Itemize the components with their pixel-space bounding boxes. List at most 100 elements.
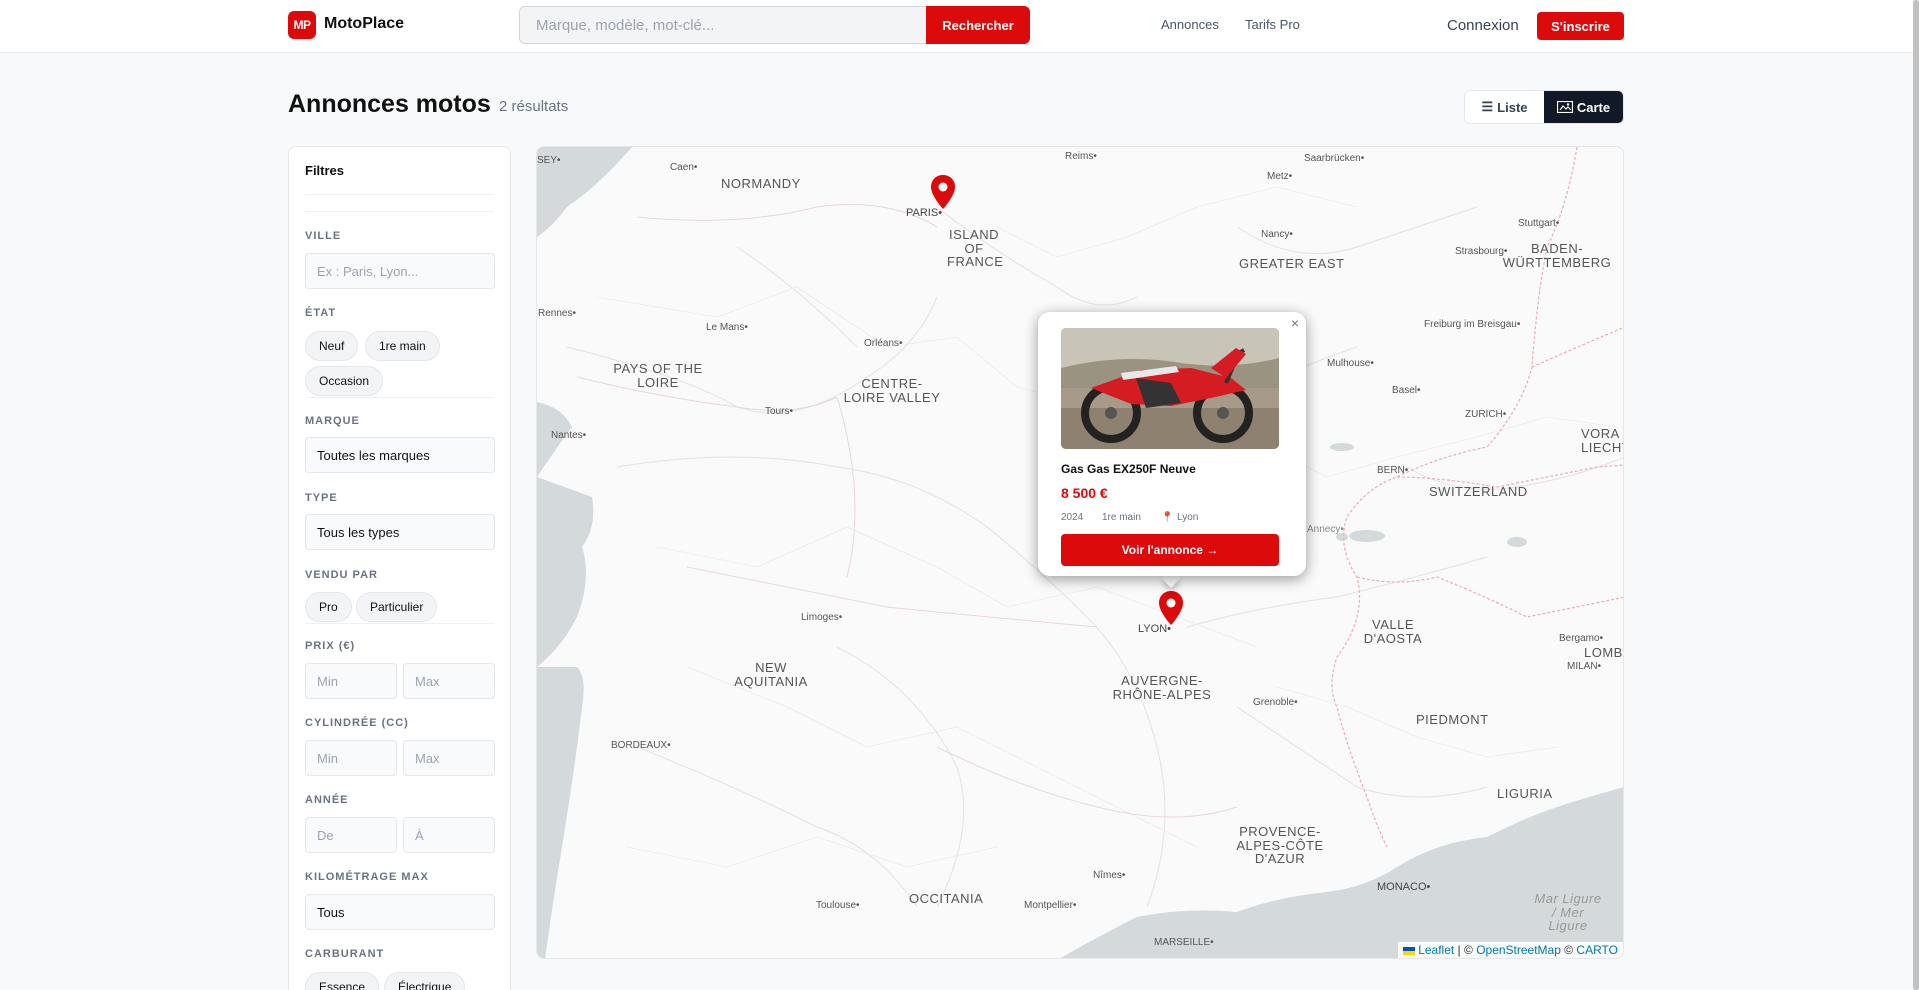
osm-link[interactable]: OpenStreetMap [1476,943,1561,957]
chip-1re-main[interactable]: 1re main [365,331,440,361]
condition-label: ÉTAT [305,307,337,319]
region-label: PAYS OF THE LOIRE [613,361,703,390]
map-label: Caen• [670,162,698,173]
signup-button[interactable]: S'inscrire [1537,12,1624,40]
map-label: Freiburg im Breisgau• [1424,319,1521,330]
map-label: Montpellier• [1024,900,1077,911]
brand-name[interactable]: MotoPlace [324,15,404,33]
region-label: ISLAND OF FRANCE [947,227,1004,270]
close-icon[interactable]: × [1284,312,1306,334]
price-label: PRIX (€) [305,640,356,652]
logo-icon[interactable]: MP [288,11,316,39]
map-label: BORDEAUX• [611,740,671,751]
divider [305,397,494,398]
map-label: Rennes• [538,308,576,319]
pin-icon: 📍 [1161,512,1174,523]
marker-lyon[interactable] [1159,591,1183,625]
region-label: CENTRE-LOIRE VALLEY [843,376,941,405]
listing-condition: 1re main [1102,512,1141,523]
chip-occasion[interactable]: Occasion [305,366,384,396]
nav-annonces[interactable]: Annonces [1161,17,1219,32]
login-link[interactable]: Connexion [1447,17,1519,34]
map-label: MILAN• [1567,661,1602,672]
map-label: Tours• [765,406,793,417]
type-select[interactable]: Tous les types [305,514,495,550]
km-select[interactable]: Tous [305,894,495,930]
region-label: LIGURIA [1497,786,1553,801]
map-label: Bergamo• [1559,633,1604,644]
listing-price: 8 500 € [1061,485,1108,501]
map-label: Orléans• [864,338,903,349]
view-list-button[interactable]: ☰ Liste [1465,91,1544,123]
region-label: BADEN-WÜRTTEMBERG [1502,241,1612,270]
seller-label: VENDU PAR [305,569,378,581]
map-label: Basel• [1392,385,1421,396]
view-map-button[interactable]: Carte [1544,91,1623,123]
chip-essence[interactable]: Essence [305,972,380,990]
city-input[interactable] [305,253,495,289]
region-label: NORMANDY [721,176,801,191]
view-listing-button[interactable]: Voir l'annonce → [1061,534,1279,566]
view-toggle: ☰ Liste Carte [1464,90,1624,124]
list-icon: ☰ [1481,99,1494,114]
cc-min-input[interactable] [305,740,397,776]
motorcycle-image-icon [1061,328,1279,449]
scrollbar-thumb[interactable] [1913,0,1919,990]
map-label: Annecy• [1307,524,1344,535]
view-list-label: Liste [1497,99,1528,115]
fuel-label: CARBURANT [305,948,385,960]
region-label: GREATER EAST [1239,256,1345,271]
attribution-separator: | © [1454,943,1477,957]
page-title: Annonces motos [288,90,491,118]
map-label: Toulouse• [816,900,860,911]
map-label: Saarbrücken• [1304,153,1365,164]
map-label: Nîmes• [1093,870,1126,881]
nav-tarifs-pro[interactable]: Tarifs Pro [1245,17,1300,32]
map-label: Strasbourg• [1455,246,1508,257]
region-label: PIEDMONT [1416,712,1489,727]
cc-max-input[interactable] [403,740,495,776]
region-label: NEW AQUITANIA [734,660,808,689]
ukraine-flag-icon [1402,946,1415,955]
map-view[interactable]: SEY• Caen• Reims• Saarbrücken• Metz• PAR… [536,146,1624,959]
carto-link[interactable]: CARTO [1576,943,1618,957]
map-label: Nantes• [551,430,587,441]
region-label: LOMB [1584,645,1623,660]
attribution-carto-prefix: © [1560,943,1577,957]
city-label: VILLE [305,230,342,242]
listing-thumbnail[interactable] [1061,328,1279,449]
listing-year: 2024 [1061,512,1084,523]
map-label: Nancy• [1261,229,1293,240]
map-attribution: Leaflet | © OpenStreetMap © CARTO [1397,942,1623,958]
view-map-label: Carte [1576,99,1611,115]
cc-label: CYLINDRÉE (CC) [305,717,409,729]
chip-electrique[interactable]: Électrique [384,972,466,990]
region-label: OCCITANIA [909,891,984,906]
map-label: Metz• [1267,171,1293,182]
listing-location: Lyon [1177,512,1199,523]
map-label: MARSEILLE• [1154,937,1214,948]
chip-pro[interactable]: Pro [305,592,352,622]
brand-label: MARQUE [305,415,360,427]
search-input[interactable] [519,6,927,44]
divider [305,194,494,195]
year-from-input[interactable] [305,817,397,853]
listing-title[interactable]: Gas Gas EX250F Neuve [1061,462,1196,476]
leaflet-link[interactable]: Leaflet [1418,943,1454,957]
divider [305,211,494,212]
chip-neuf[interactable]: Neuf [305,331,359,361]
map-label: Grenoble• [1253,697,1298,708]
search-button[interactable]: Rechercher [926,6,1030,44]
brand-select[interactable]: Toutes les marques [305,437,495,473]
price-min-input[interactable] [305,663,397,699]
map-label: Limoges• [801,612,843,623]
divider [305,623,494,624]
year-to-input[interactable] [403,817,495,853]
region-label: PROVENCE-ALPES-CÔTE D'AZUR [1236,824,1324,867]
price-max-input[interactable] [403,663,495,699]
chip-particulier[interactable]: Particulier [356,592,438,622]
region-label: VORA LIECHTENS [1581,426,1623,455]
marker-paris[interactable] [931,175,955,209]
top-nav: MP MotoPlace Rechercher Annonces Tarifs … [0,0,1913,53]
listing-popup: Gas Gas EX250F Neuve 8 500 € 2024 1re ma… [1038,312,1306,576]
